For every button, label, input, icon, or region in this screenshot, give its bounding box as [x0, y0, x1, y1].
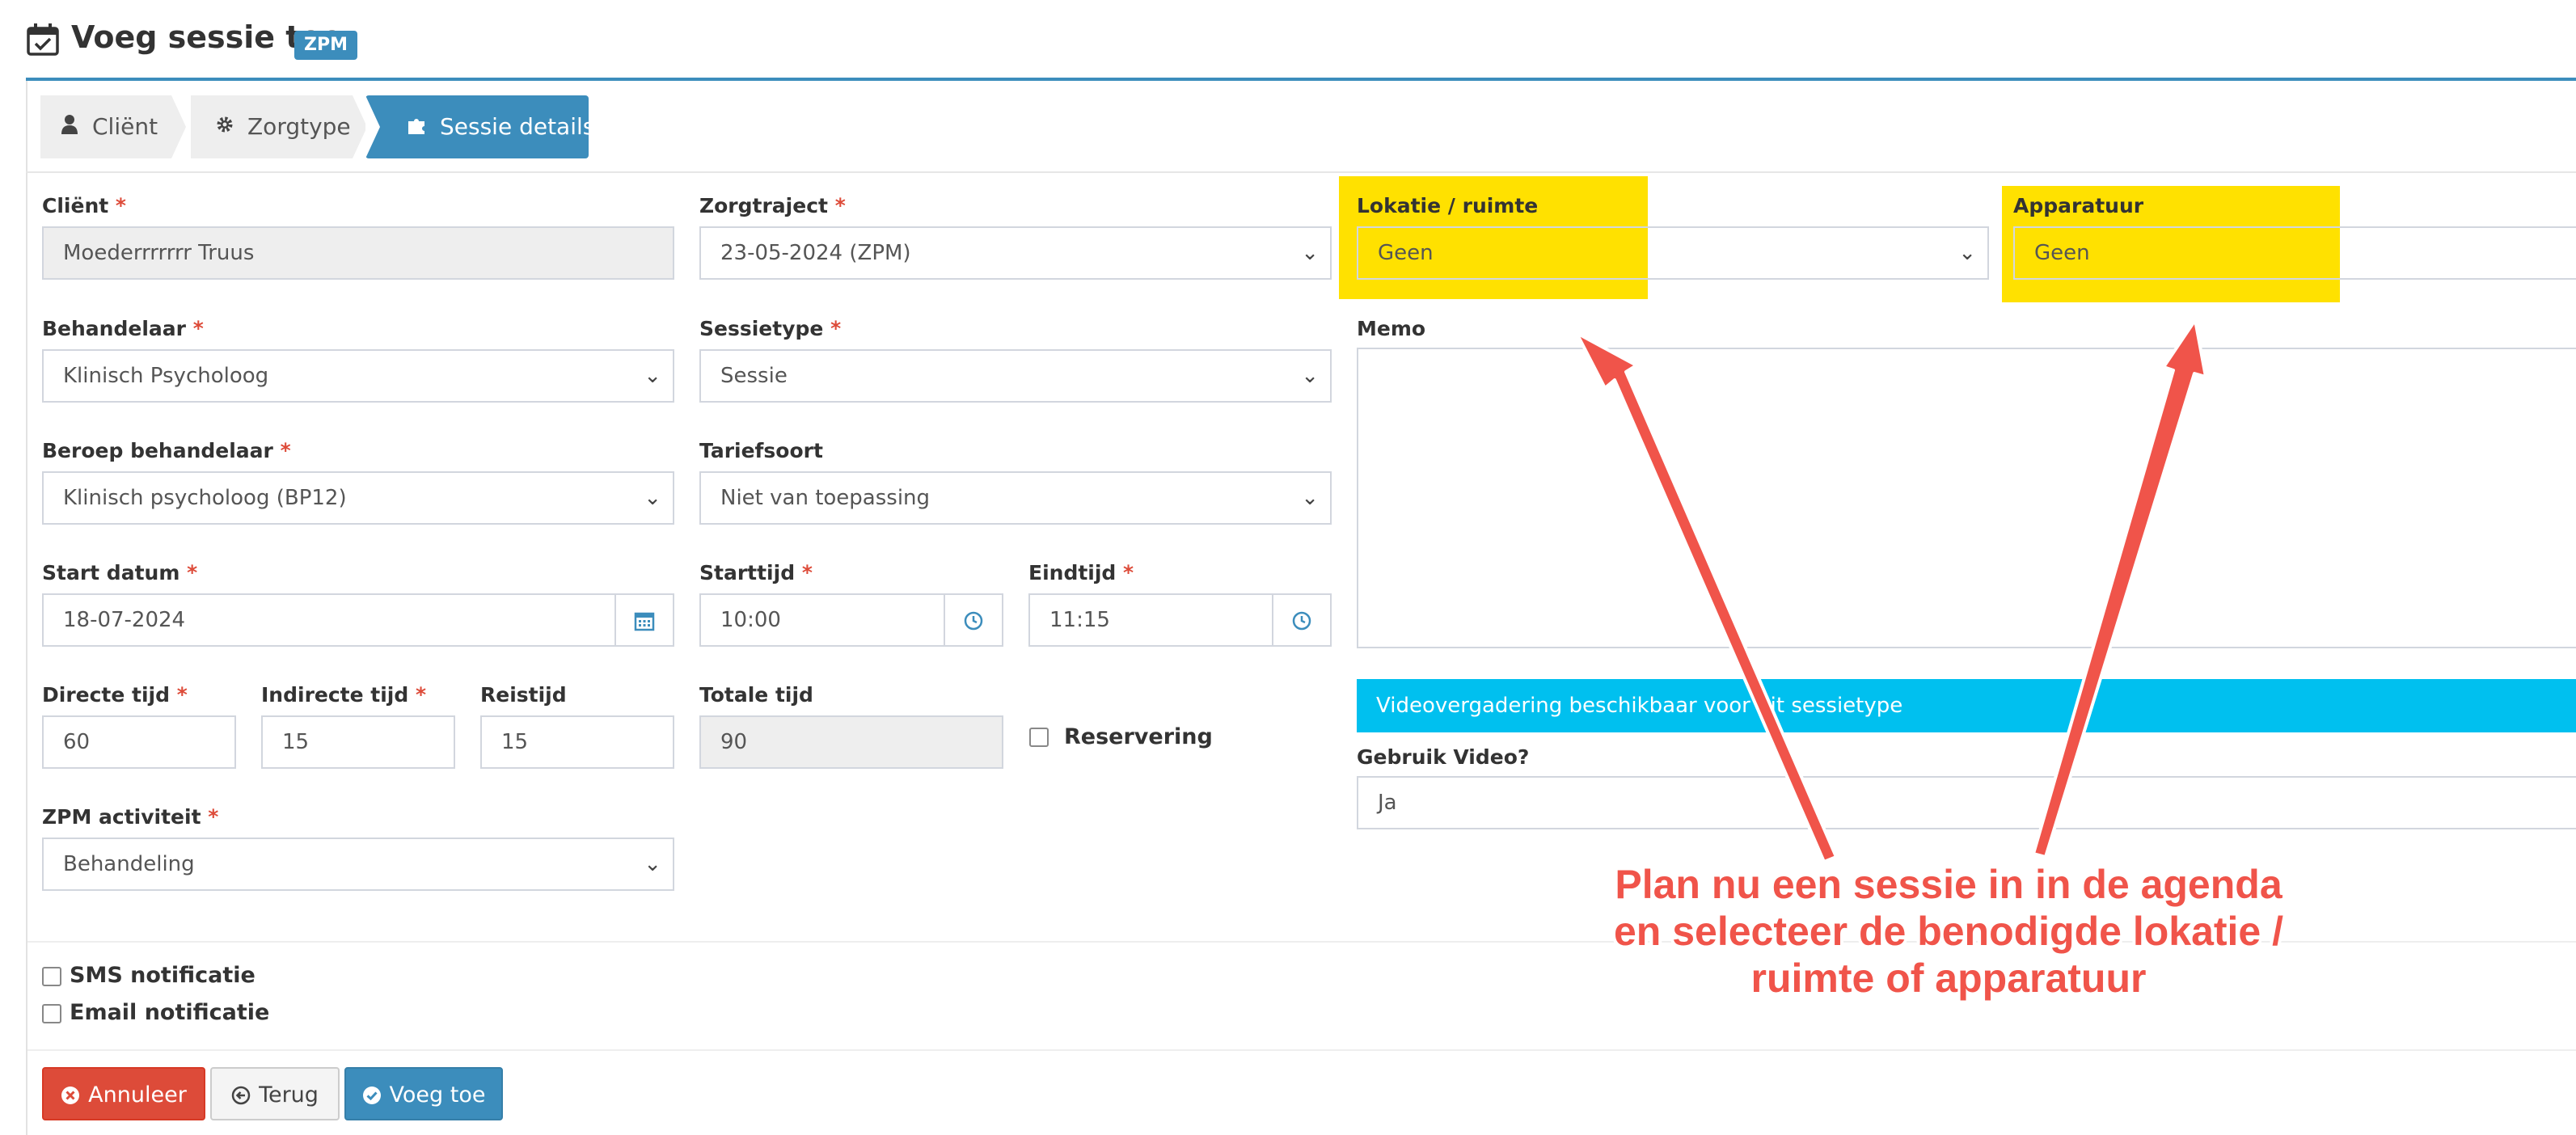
- arrow-to-apparatuur: [2032, 319, 2207, 859]
- annotation-line-1: Plan nu een sessie in in de agenda: [1615, 862, 2283, 907]
- arrow-to-lokatie: [1575, 331, 1838, 863]
- annotation-text: Plan nu een sessie in in de agenda en se…: [1585, 861, 2312, 1002]
- annotation-line-2: en selecteer de benodigde lokatie /: [1613, 909, 2284, 954]
- annotation-line-3: ruimte of apparatuur: [1750, 956, 2147, 1001]
